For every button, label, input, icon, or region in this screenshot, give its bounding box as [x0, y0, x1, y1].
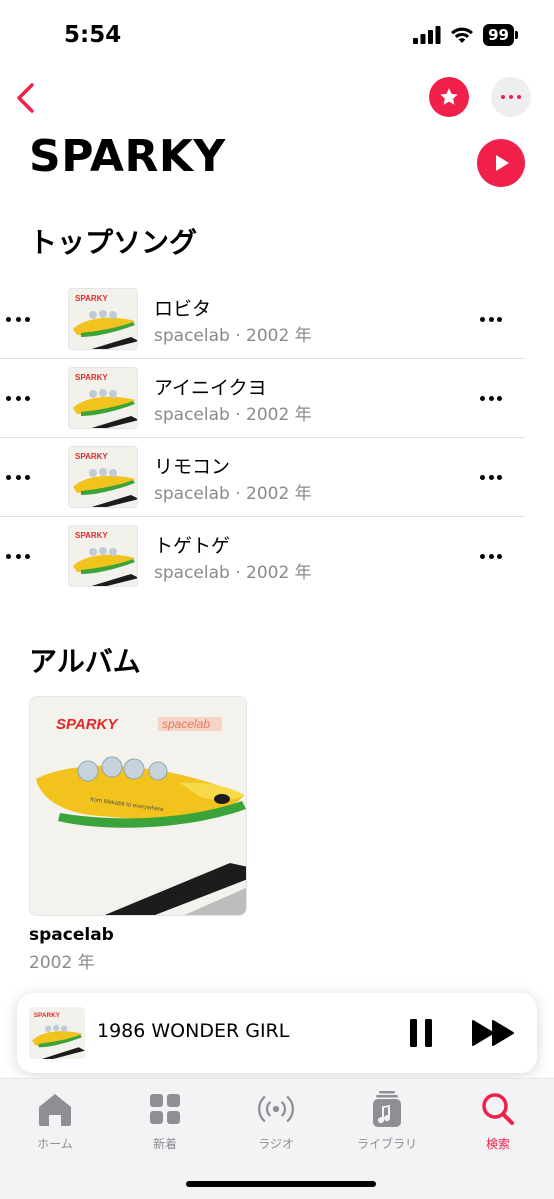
home-icon: [39, 1094, 71, 1126]
star-icon: [440, 88, 458, 105]
more-options-button[interactable]: [491, 77, 531, 117]
song-more-icon[interactable]: [480, 388, 502, 408]
song-row[interactable]: SPARKY リモコン spacelab · 2002 年: [0, 438, 554, 516]
album-title: spacelab: [29, 925, 114, 945]
forward-icon: [472, 1020, 514, 1046]
tab-label: 新着: [152, 1137, 177, 1151]
more-dot: [509, 95, 513, 99]
album-cover-title: SPARKY: [56, 716, 119, 733]
song-row[interactable]: SPARKY ロビタ spacelab · 2002 年: [0, 280, 554, 358]
album-year: 2002 年: [29, 953, 95, 973]
status-bar: 5:54 99: [0, 0, 554, 70]
song-subtitle: spacelab · 2002 年: [154, 326, 312, 346]
song-artwork: SPARKY: [68, 367, 138, 429]
now-playing-artwork: SPARKY: [29, 1007, 85, 1059]
radio-icon: [258, 1096, 294, 1122]
tab-library[interactable]: ライブラリ: [337, 1089, 437, 1152]
tab-radio[interactable]: ラジオ: [226, 1089, 326, 1152]
song-title: ロビタ: [154, 298, 212, 320]
status-time: 5:54: [64, 22, 122, 48]
signal-icon: [413, 26, 441, 44]
play-button[interactable]: [477, 139, 525, 187]
svg-text:SPARKY: SPARKY: [34, 1012, 61, 1019]
next-track-button[interactable]: [471, 1017, 517, 1049]
pause-icon: [410, 1019, 432, 1047]
song-left-more-icon[interactable]: [6, 388, 30, 408]
song-title: アイニイクヨ: [154, 377, 267, 399]
song-row[interactable]: SPARKY アイニイクヨ spacelab · 2002 年: [0, 359, 554, 437]
more-dot: [517, 95, 521, 99]
song-row[interactable]: SPARKY トゲトゲ spacelab · 2002 年: [0, 517, 554, 595]
back-button[interactable]: [8, 76, 48, 120]
top-songs-heading: トップソング: [29, 226, 198, 259]
tab-home[interactable]: ホーム: [5, 1089, 105, 1152]
svg-text:SPARKY: SPARKY: [75, 452, 108, 461]
album-card[interactable]: SPARKY spacelab from Mekabit to everywhe…: [29, 696, 247, 916]
svg-text:SPARKY: SPARKY: [75, 531, 108, 540]
song-left-more-icon[interactable]: [6, 467, 30, 487]
song-more-icon[interactable]: [480, 467, 502, 487]
library-icon: [373, 1091, 401, 1127]
tab-search[interactable]: 検索: [448, 1089, 548, 1152]
tab-label: ラジオ: [258, 1137, 294, 1151]
chevron-left-icon: [17, 83, 34, 113]
search-icon: [482, 1093, 514, 1125]
song-left-more-icon[interactable]: [6, 546, 30, 566]
artist-name: SPARKY: [29, 131, 226, 182]
song-left-more-icon[interactable]: [6, 309, 30, 329]
svg-text:SPARKY: SPARKY: [75, 373, 108, 382]
album-cover-subtitle: spacelab: [162, 717, 210, 731]
song-more-icon[interactable]: [480, 546, 502, 566]
home-indicator: [186, 1181, 376, 1187]
now-playing-title: 1986 WONDER GIRL: [97, 1020, 290, 1042]
status-icons: 99: [413, 24, 518, 46]
svg-text:SPARKY: SPARKY: [75, 294, 108, 303]
grid-icon: [150, 1094, 180, 1124]
song-artwork: SPARKY: [68, 288, 138, 350]
song-subtitle: spacelab · 2002 年: [154, 563, 312, 583]
tab-new[interactable]: 新着: [115, 1089, 215, 1152]
pause-button[interactable]: [407, 1017, 435, 1049]
song-title: リモコン: [154, 456, 231, 478]
more-dot: [501, 95, 505, 99]
favorite-button[interactable]: [429, 77, 469, 117]
tab-label: ライブラリ: [356, 1137, 417, 1151]
mini-player[interactable]: SPARKY 1986 WONDER GIRL: [17, 993, 537, 1073]
battery-indicator: 99: [483, 24, 518, 46]
albums-heading: アルバム: [29, 645, 141, 678]
song-more-icon[interactable]: [480, 309, 502, 329]
song-artwork: SPARKY: [68, 525, 138, 587]
song-subtitle: spacelab · 2002 年: [154, 484, 312, 504]
song-artwork: SPARKY: [68, 446, 138, 508]
play-icon: [496, 155, 509, 171]
tab-label: ホーム: [37, 1137, 73, 1151]
song-title: トゲトゲ: [154, 535, 231, 557]
album-cover: SPARKY spacelab from Mekabit to everywhe…: [30, 697, 246, 915]
wifi-icon: [451, 27, 474, 43]
song-subtitle: spacelab · 2002 年: [154, 405, 312, 425]
tab-label: 検索: [485, 1137, 510, 1151]
